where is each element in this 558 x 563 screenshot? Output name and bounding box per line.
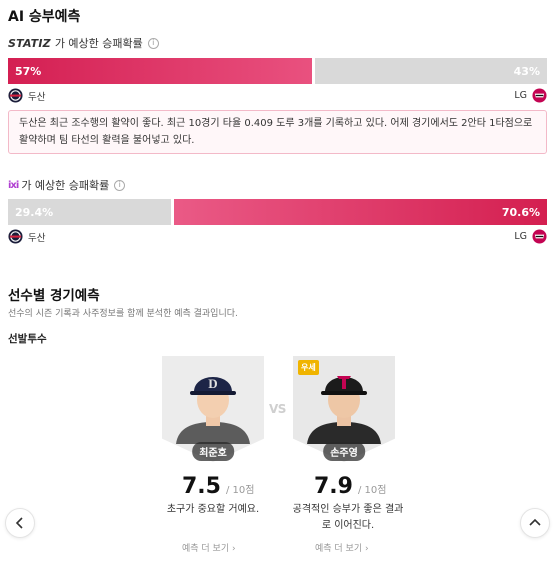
player-card-away[interactable]: 우세 손주영 bbox=[293, 356, 395, 462]
statiz-probability-bar: 57% 43% bbox=[8, 58, 547, 84]
second-home-segment: 29.4% bbox=[8, 199, 172, 225]
score-unit: / 10점 bbox=[225, 485, 255, 496]
player-comment-away: 공격적인 승부가 좋은 결과로 이어진다. bbox=[292, 504, 404, 531]
home-team-name: 두산 bbox=[28, 91, 46, 103]
statiz-label: 가 예상한 승패확률 bbox=[54, 37, 143, 50]
player-name: 최준호 bbox=[192, 442, 234, 461]
starting-pitcher-heading: 선발투수 bbox=[8, 333, 47, 345]
second-label: 가 예상한 승패확률 bbox=[21, 179, 110, 192]
more-prediction-link-home[interactable]: 예측 더 보기 › bbox=[182, 541, 236, 554]
away-team: LG bbox=[514, 229, 547, 244]
doosan-logo-icon bbox=[8, 88, 23, 103]
prev-button[interactable] bbox=[5, 508, 35, 538]
analysis-box: 두산은 최근 조수행의 활약이 좋다. 최근 10경기 타율 0.409 도루 … bbox=[8, 110, 547, 154]
ai-prediction-title: AI 승부예측 bbox=[8, 9, 81, 25]
statiz-home-segment: 57% bbox=[8, 58, 312, 84]
chevron-up-icon bbox=[529, 518, 541, 526]
vs-label: VS bbox=[269, 402, 286, 416]
player-score-home: 7.5 / 10점 bbox=[182, 474, 254, 499]
lg-twins-logo-icon bbox=[532, 88, 547, 103]
player-prediction-description: 선수의 시즌 기록과 사주정보를 함께 분석한 예측 결과입니다. bbox=[8, 309, 238, 319]
second-probability-bar: 29.4% 70.6% bbox=[8, 199, 547, 225]
lg-twins-logo-icon bbox=[532, 229, 547, 244]
away-team-name: LG bbox=[514, 90, 527, 101]
player-prediction-title: 선수별 경기예측 bbox=[8, 288, 100, 304]
doosan-logo-icon bbox=[8, 229, 23, 244]
statiz-away-pct: 43% bbox=[513, 64, 540, 78]
statiz-provider-row: STATIZ 가 예상한 승패확률 i bbox=[8, 35, 159, 51]
second-away-pct: 70.6% bbox=[501, 205, 540, 219]
second-home-pct: 29.4% bbox=[15, 205, 54, 219]
player-portrait: D bbox=[176, 376, 250, 444]
player-score-away: 7.9 / 10점 bbox=[314, 474, 386, 499]
away-team: LG bbox=[514, 88, 547, 103]
away-team-name: LG bbox=[514, 231, 527, 242]
statiz-home-pct: 57% bbox=[15, 64, 42, 78]
info-icon[interactable]: i bbox=[114, 179, 126, 191]
home-team: 두산 bbox=[8, 229, 45, 244]
info-icon[interactable]: i bbox=[147, 37, 159, 49]
more-prediction-link-away[interactable]: 예측 더 보기 › bbox=[315, 541, 369, 554]
second-away-segment: 70.6% bbox=[174, 199, 547, 225]
score-value: 7.9 bbox=[314, 474, 353, 499]
home-team: 두산 bbox=[8, 88, 45, 103]
advantage-badge: 우세 bbox=[298, 360, 319, 375]
second-provider-row: ixi 가 예상한 승패확률 i bbox=[8, 177, 126, 193]
statiz-away-segment: 43% bbox=[314, 58, 547, 84]
ixi-brand-logo: ixi bbox=[8, 179, 19, 191]
chevron-left-icon bbox=[15, 517, 23, 529]
player-comment-home: 초구가 중요할 거예요. bbox=[166, 504, 260, 515]
statiz-team-row: 두산 LG bbox=[8, 88, 547, 103]
home-team-name: 두산 bbox=[28, 232, 46, 244]
player-name: 손주영 bbox=[323, 442, 365, 461]
scroll-top-button[interactable] bbox=[520, 508, 550, 538]
svg-text:D: D bbox=[208, 376, 217, 391]
second-team-row: 두산 LG bbox=[8, 229, 547, 244]
player-card-home[interactable]: D 최준호 bbox=[162, 356, 264, 462]
score-value: 7.5 bbox=[182, 474, 221, 499]
statiz-brand: STATIZ bbox=[8, 36, 51, 50]
score-unit: / 10점 bbox=[357, 485, 387, 496]
